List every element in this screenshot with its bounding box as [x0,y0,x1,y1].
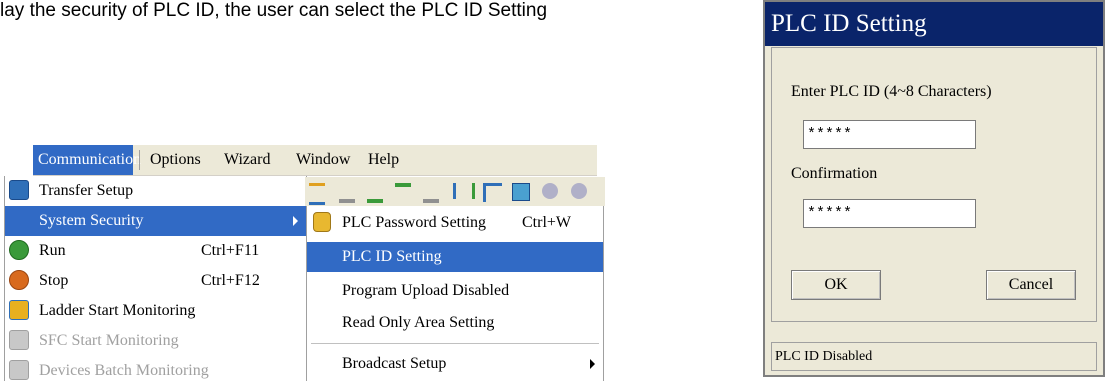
submenu-item-label: PLC ID Setting [342,248,442,265]
submenu-item-label: Broadcast Setup [342,355,447,372]
plc-id-setting-dialog: PLC ID Setting Enter PLC ID (4~8 Charact… [763,0,1105,377]
menu-item-label: System Security [39,212,144,229]
dialog-title: PLC ID Setting [771,10,927,37]
binary-icon[interactable] [423,183,439,203]
submenu-item-plc-id-setting[interactable]: PLC ID Setting [307,242,603,272]
cancel-button[interactable]: Cancel [986,270,1076,300]
menu-item-shortcut: Ctrl+F11 [201,242,260,259]
p-circle-icon[interactable] [571,183,587,199]
code-upload-icon[interactable] [339,183,355,203]
menubar-separator [139,150,140,170]
menu-item-label: SFC Start Monitoring [39,332,179,349]
plc-id-input[interactable]: ***** [803,120,976,149]
menu-item-stop[interactable]: Stop Ctrl+F12 [5,266,306,296]
upload-icon[interactable] [395,183,411,203]
top-instruction-text: lay the security of PLC ID, the user can… [0,0,548,21]
submenu-item-broadcast-setup[interactable]: Broadcast Setup [307,349,603,379]
run-icon [9,240,29,260]
ladder-monitor-icon [9,300,29,320]
menu-item-ladder-start-monitoring[interactable]: Ladder Start Monitoring [5,296,306,326]
menu-item-sfc-start-monitoring[interactable]: SFC Start Monitoring [5,326,306,356]
submenu-item-label: Read Only Area Setting [342,314,495,331]
stop-icon [9,270,29,290]
menu-item-run[interactable]: Run Ctrl+F11 [5,236,306,266]
submenu-item-label: PLC Password Setting [342,214,487,231]
menu-item-system-security[interactable]: System Security [5,206,306,236]
lock-icon [313,212,331,232]
monitor-icon[interactable] [512,183,530,201]
submenu-item-plc-password-setting[interactable]: PLC Password Setting Ctrl+W [307,208,603,238]
submenu-item-label: Program Upload Disabled [342,282,510,299]
menu-item-devices-batch-monitoring[interactable]: Devices Batch Monitoring [5,356,306,381]
sfc-monitor-icon [9,330,29,350]
devices-batch-icon [9,360,29,380]
menu-window[interactable]: Window [291,145,355,175]
menu-communication[interactable]: Communication [33,145,141,175]
code-icon[interactable] [309,183,325,205]
download-icon[interactable] [367,183,383,203]
menu-item-label: Run [39,242,66,259]
submenu-item-read-only-area-setting[interactable]: Read Only Area Setting [307,308,603,338]
menu-help[interactable]: Help [363,145,404,175]
menu-item-label: Ladder Start Monitoring [39,302,196,319]
transfer-setup-icon [9,180,29,200]
menu-bar: Communication Options Wizard Window Help [33,145,597,176]
compare-icon[interactable] [483,183,502,202]
submenu-item-program-upload-disabled[interactable]: Program Upload Disabled [307,276,603,306]
menu-item-label: Devices Batch Monitoring [39,362,209,379]
menu-wizard[interactable]: Wizard [219,145,275,175]
confirmation-input[interactable]: ***** [803,199,976,228]
dialog-body: Enter PLC ID (4~8 Characters) ***** Conf… [771,47,1097,322]
confirmation-label: Confirmation [791,165,878,182]
submenu-separator [311,343,599,344]
dialog-status-bar: PLC ID Disabled [771,342,1097,371]
submenu-arrow-icon [293,216,298,226]
communication-menu: Transfer Setup System Security Run Ctrl+… [4,176,307,381]
submenu-item-shortcut: Ctrl+W [522,214,572,231]
ladder-icon[interactable] [453,183,475,199]
toolbar-strip [305,177,605,206]
menu-item-label: Stop [39,272,69,289]
menu-options[interactable]: Options [145,145,206,175]
submenu-arrow-icon [590,359,595,369]
enter-plc-id-label: Enter PLC ID (4~8 Characters) [791,83,992,100]
system-security-submenu: PLC Password Setting Ctrl+W PLC ID Setti… [306,206,604,381]
ok-button[interactable]: OK [791,270,881,300]
menu-item-transfer-setup[interactable]: Transfer Setup [5,176,306,206]
menu-item-label: Transfer Setup [39,182,134,199]
m-circle-icon[interactable] [542,183,558,199]
menu-item-shortcut: Ctrl+F12 [201,272,260,289]
